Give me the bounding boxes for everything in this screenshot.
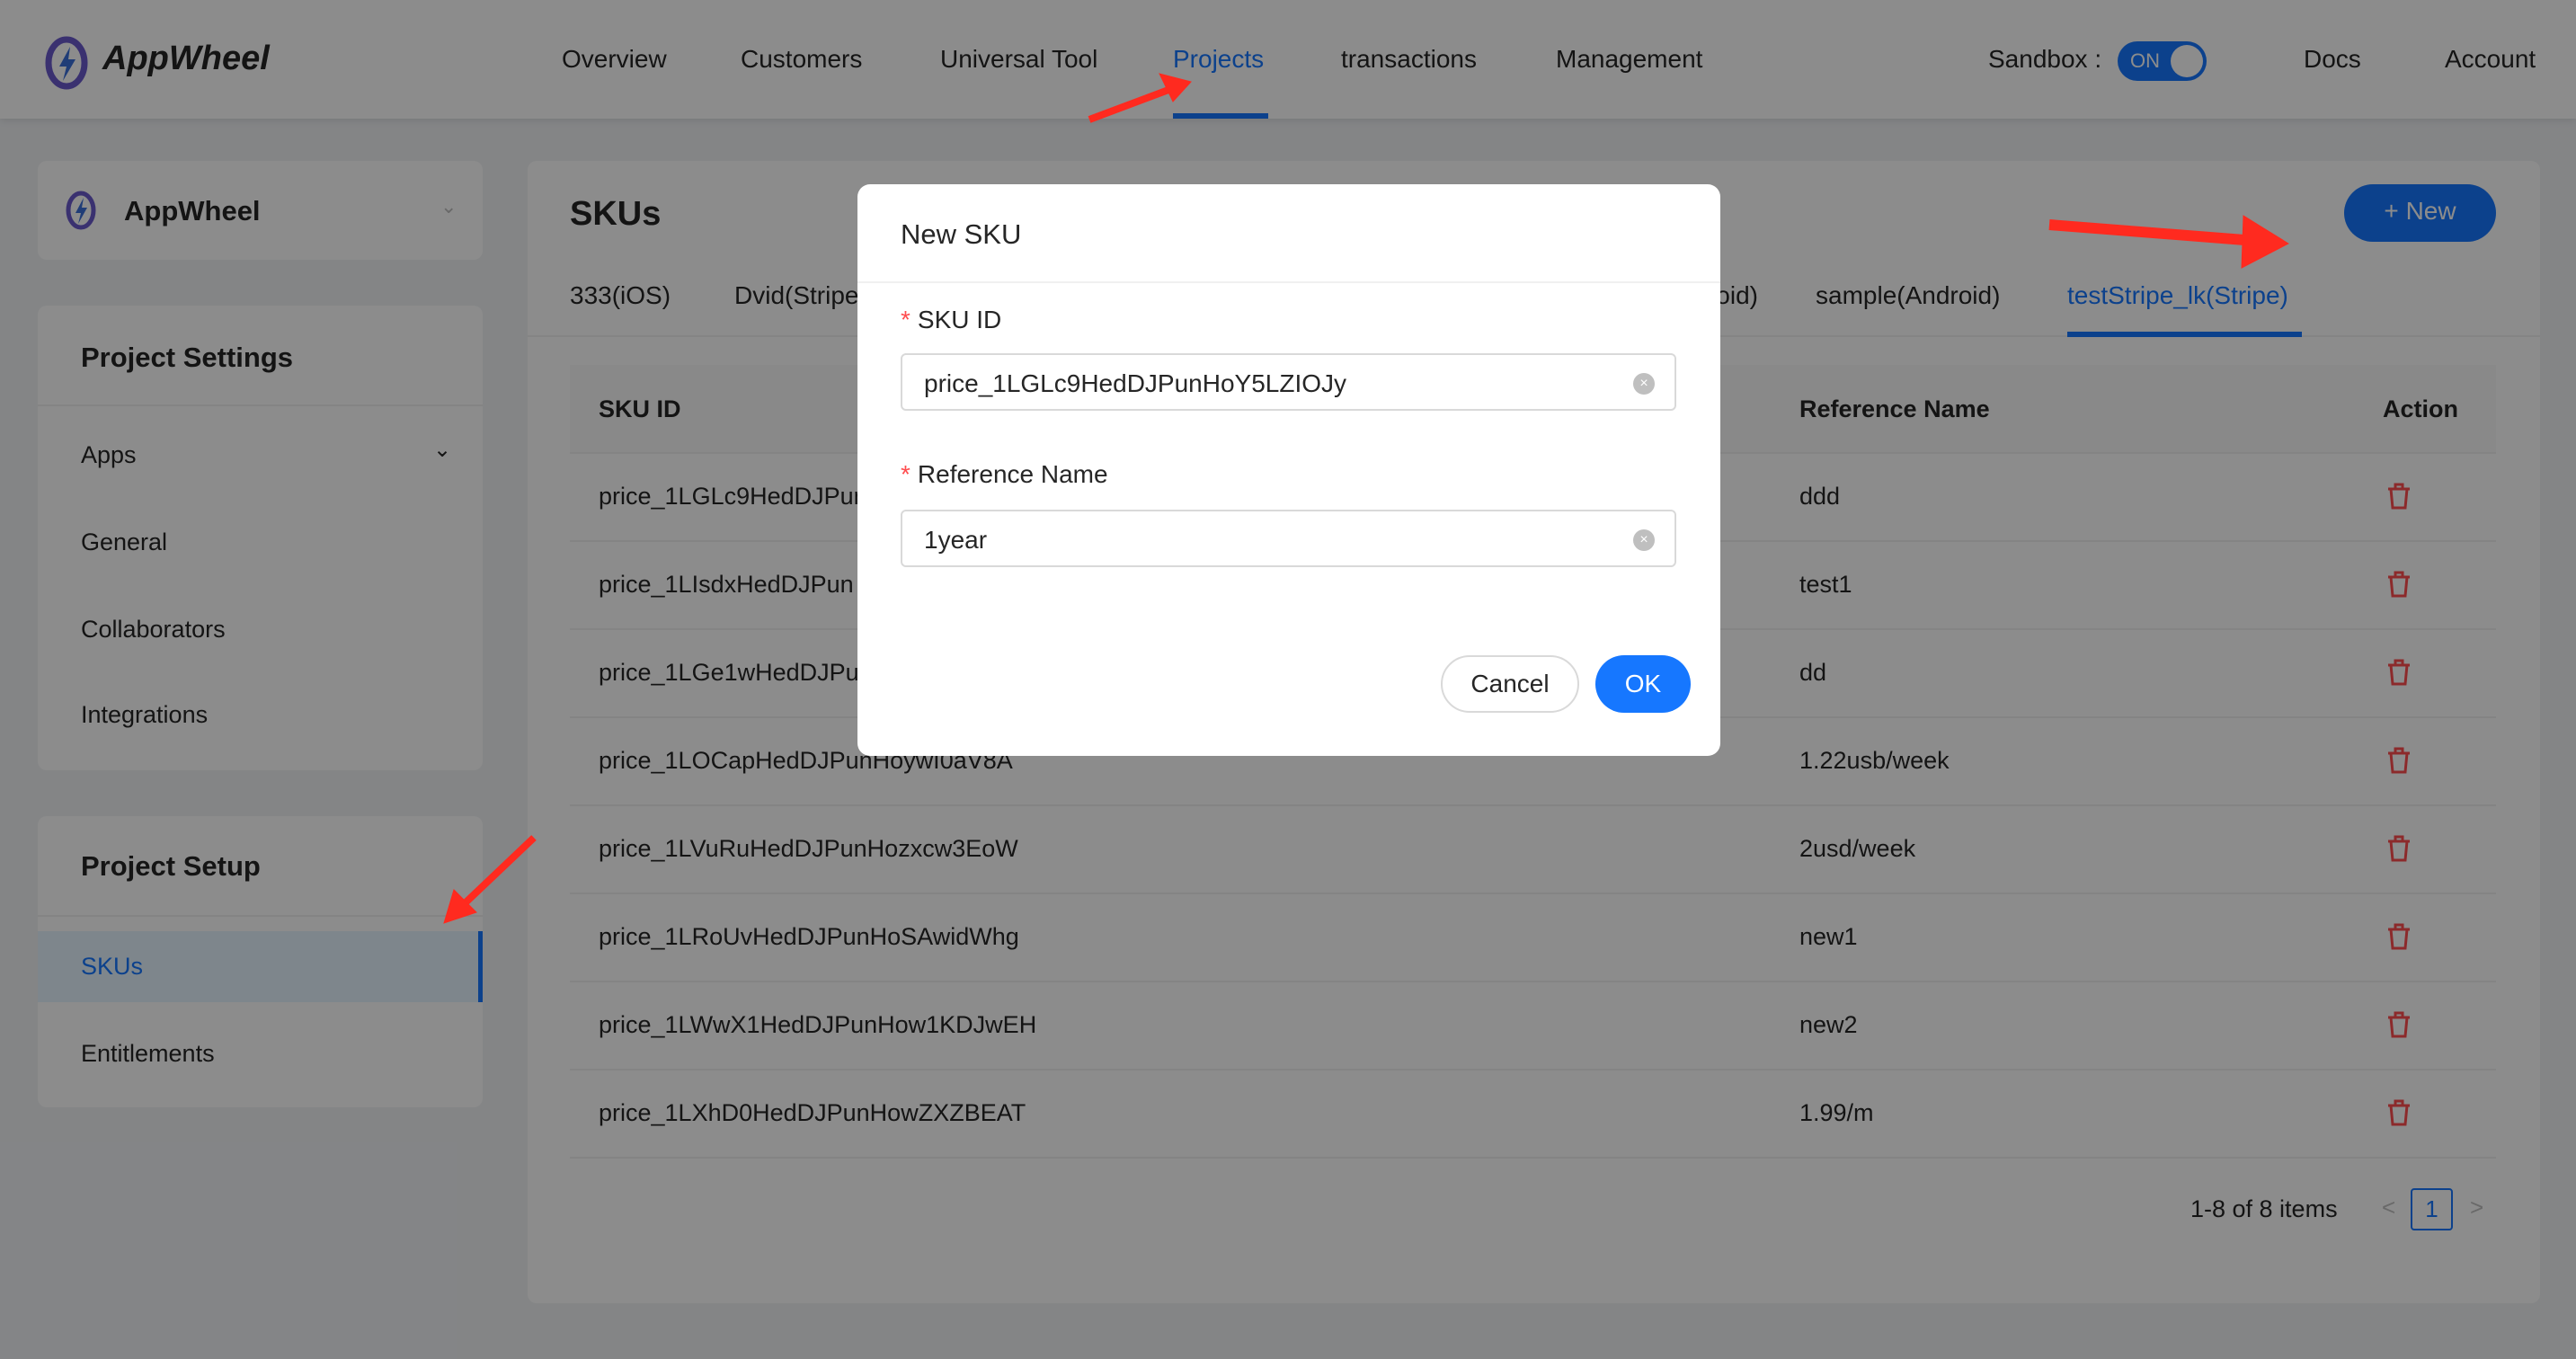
required-asterisk: * [901, 460, 910, 488]
reference-name-value: 1year [924, 526, 988, 554]
reference-name-label-text: Reference Name [917, 460, 1108, 488]
reference-name-input[interactable]: 1year × [901, 510, 1676, 567]
required-asterisk: * [901, 306, 910, 333]
modal-header-divider [857, 281, 1720, 283]
sku-id-label: * SKU ID [901, 306, 1001, 334]
ok-button[interactable]: OK [1595, 655, 1691, 713]
sku-id-value: price_1LGLc9HedDJPunHoY5LZIOJy [924, 369, 1347, 397]
clear-icon[interactable]: × [1633, 373, 1655, 395]
sku-id-label-text: SKU ID [917, 306, 1002, 333]
clear-icon[interactable]: × [1633, 529, 1655, 551]
new-sku-modal: New SKU * SKU ID price_1LGLc9HedDJPunHoY5… [857, 184, 1720, 756]
reference-name-label: * Reference Name [901, 460, 1108, 489]
sku-id-input[interactable]: price_1LGLc9HedDJPunHoY5LZIOJy × [901, 353, 1676, 411]
cancel-button[interactable]: Cancel [1441, 655, 1579, 713]
modal-title: New SKU [901, 218, 1022, 250]
